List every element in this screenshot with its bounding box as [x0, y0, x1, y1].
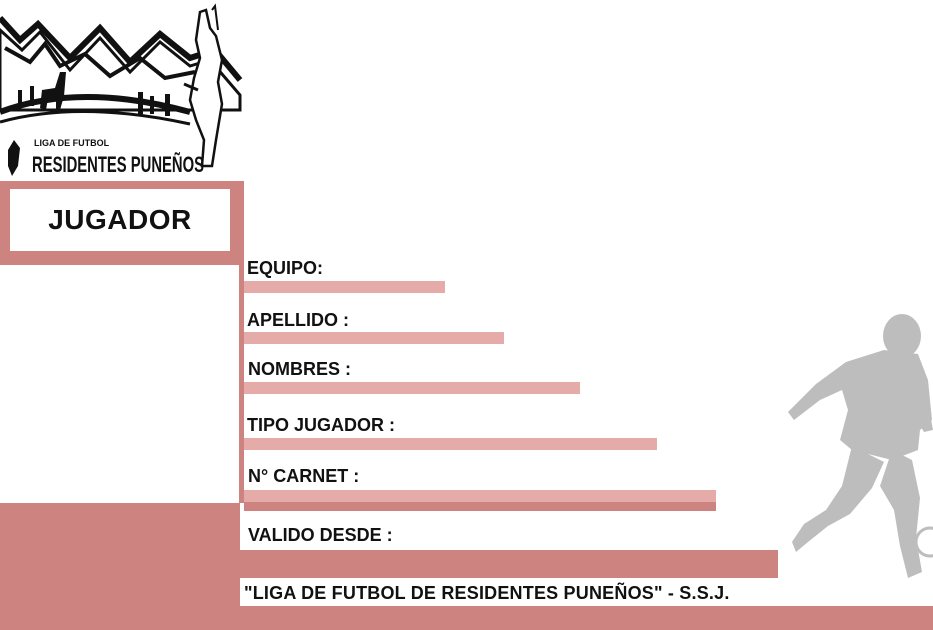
equipo-label: EQUIPO: [247, 258, 324, 278]
league-logo: LIGA DE FUTBOL RESIDENTES PUNEÑOS [0, 3, 243, 177]
carnet-line-shadow [244, 502, 716, 511]
logo-small-text: LIGA DE FUTBOL [34, 138, 110, 148]
soccer-player-silhouette [788, 314, 933, 578]
carnet-line [244, 490, 716, 502]
tipo-jugador-label: TIPO JUGADOR : [247, 415, 396, 435]
tipo-jugador-line [244, 438, 657, 450]
carnet-label: N° CARNET : [248, 466, 360, 486]
valido-desde-label: VALIDO DESDE : [248, 525, 393, 545]
apellido-line [244, 332, 504, 344]
equipo-line [244, 281, 445, 293]
bottom-strip [240, 606, 933, 630]
bottom-left-block [0, 503, 240, 630]
apellido-label: APELLIDO : [247, 310, 349, 330]
logo-big-text: RESIDENTES PUNEÑOS [32, 152, 204, 177]
nombres-line [244, 382, 580, 394]
role-title: JUGADOR [48, 204, 192, 235]
league-footer-text: "LIGA DE FUTBOL DE RESIDENTES PUNEÑOS" -… [244, 583, 730, 603]
valido-desde-bar [240, 550, 778, 578]
nombres-label: NOMBRES : [248, 359, 351, 379]
role-box: JUGADOR [10, 189, 230, 251]
